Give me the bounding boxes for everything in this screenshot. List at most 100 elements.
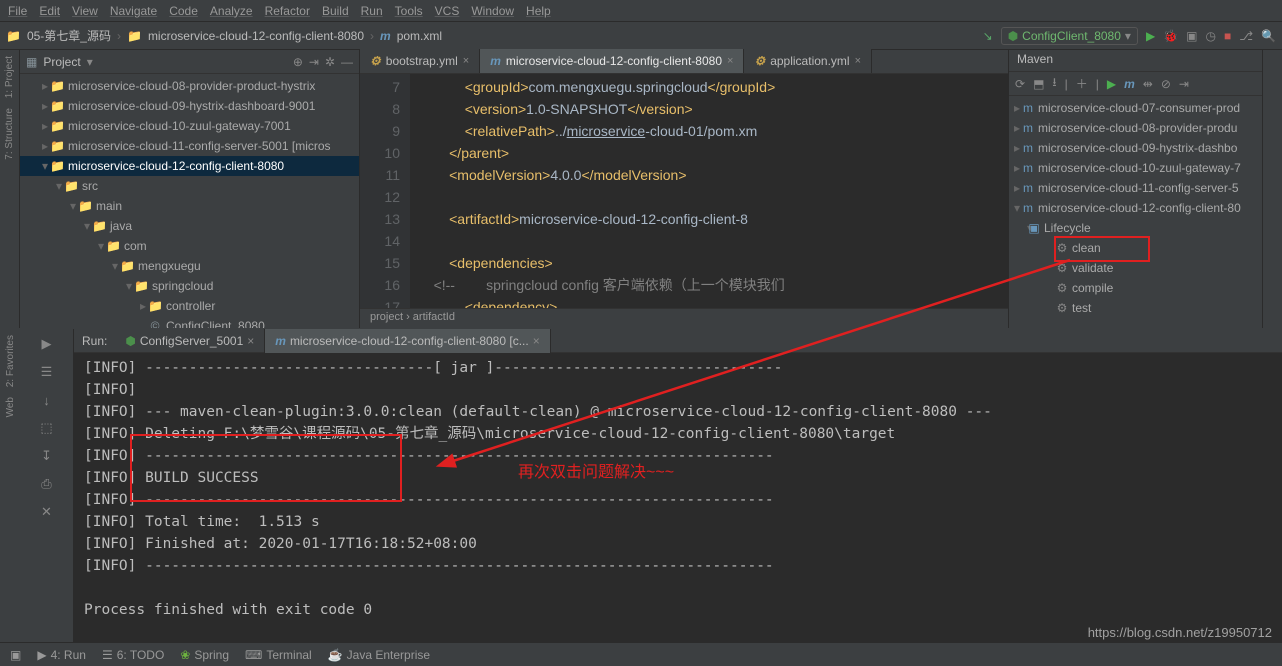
breadcrumb-root[interactable]: 05-第七章_源码	[27, 27, 111, 44]
menu-view[interactable]: View	[72, 4, 98, 18]
status-run[interactable]: ▶4: Run	[37, 648, 86, 662]
breadcrumb-file[interactable]: pom.xml	[397, 29, 442, 43]
editor-breadcrumbs[interactable]: project › artifactId	[360, 308, 1008, 328]
maven-module[interactable]: ▸mmicroservice-cloud-11-config-server-5	[1009, 178, 1262, 198]
maven-module[interactable]: ▸mmicroservice-cloud-07-consumer-prod	[1009, 98, 1262, 118]
run-settings-icon[interactable]: ☰	[36, 361, 58, 383]
rerun-icon[interactable]: ▶	[36, 333, 58, 355]
tree-node[interactable]: ▾📁microservice-cloud-12-config-client-80…	[20, 156, 359, 176]
console-output[interactable]: [INFO] ---------------------------------…	[74, 353, 1282, 644]
editor-code[interactable]: <groupId>com.mengxuegu.springcloud</grou…	[410, 74, 1008, 308]
maven-module[interactable]: ▾mmicroservice-cloud-12-config-client-80	[1009, 198, 1262, 218]
maven-m-icon[interactable]: m	[1124, 77, 1135, 91]
run-button-icon[interactable]: ▶	[1146, 29, 1155, 43]
menu-run[interactable]: Run	[361, 4, 383, 18]
maven-goal-compile[interactable]: ⚙compile	[1009, 278, 1262, 298]
breadcrumb-module[interactable]: microservice-cloud-12-config-client-8080	[148, 29, 364, 43]
tree-node[interactable]: ▸📁microservice-cloud-10-zuul-gateway-700…	[20, 116, 359, 136]
close-icon[interactable]: ×	[727, 55, 733, 67]
run-config-selector[interactable]: ⬢ ConfigClient_8080 ▾	[1001, 27, 1138, 45]
toggle-softwrap-icon[interactable]: ⬚	[36, 417, 58, 439]
run-maven-icon[interactable]: ▶	[1107, 77, 1116, 91]
project-tree[interactable]: ▸📁microservice-cloud-08-provider-product…	[20, 74, 359, 328]
clear-icon[interactable]: ✕	[36, 501, 58, 523]
git-icon[interactable]: ⎇	[1239, 29, 1253, 43]
build-icon[interactable]: ↘	[983, 29, 993, 43]
debug-button-icon[interactable]: 🐞	[1163, 29, 1178, 43]
refresh-icon[interactable]: ⟳	[1015, 77, 1025, 91]
status-todo[interactable]: ☰6: TODO	[102, 648, 164, 662]
status-java-enterprise[interactable]: ☕Java Enterprise	[328, 648, 430, 662]
menu-code[interactable]: Code	[169, 4, 198, 18]
menu-file[interactable]: File	[8, 4, 27, 18]
menu-edit[interactable]: Edit	[39, 4, 60, 18]
close-icon[interactable]: ×	[463, 55, 469, 67]
generate-icon[interactable]: ⬒	[1033, 77, 1044, 91]
maven-module[interactable]: ▸mmicroservice-cloud-09-hystrix-dashbo	[1009, 138, 1262, 158]
tree-node[interactable]: ▾📁src	[20, 176, 359, 196]
toggle-offline-icon[interactable]: ⇹	[1143, 77, 1153, 91]
editor-tab[interactable]: ⚙bootstrap.yml×	[360, 49, 480, 73]
maven-goal-test[interactable]: ⚙test	[1009, 298, 1262, 318]
settings-icon[interactable]: ✲	[325, 55, 335, 69]
maven-goal-validate[interactable]: ⚙validate	[1009, 258, 1262, 278]
run-tab-configserver[interactable]: ⬢ ConfigServer_5001 ×	[115, 329, 265, 353]
maven-goal-clean[interactable]: ⚙clean	[1009, 238, 1262, 258]
collapse-all-icon[interactable]: ⇥	[309, 55, 319, 69]
tree-node[interactable]: ▾📁mengxuegu	[20, 256, 359, 276]
close-icon[interactable]: ×	[855, 55, 861, 67]
watermark: https://blog.csdn.net/z19950712	[1088, 625, 1272, 640]
select-opened-file-icon[interactable]: ⊕	[293, 55, 303, 69]
add-icon[interactable]: ＋	[1076, 75, 1088, 92]
menu-refactor[interactable]: Refactor	[265, 4, 310, 18]
menu-tools[interactable]: Tools	[395, 4, 423, 18]
print-icon[interactable]: ⎙	[36, 473, 58, 495]
menu-build[interactable]: Build	[322, 4, 349, 18]
status-spring[interactable]: ❀Spring	[180, 648, 229, 662]
maven-module[interactable]: ▸mmicroservice-cloud-10-zuul-gateway-7	[1009, 158, 1262, 178]
annotation-text: 再次双击问题解决~~~	[518, 458, 674, 482]
close-icon[interactable]: ×	[533, 334, 540, 348]
tree-node[interactable]: ▸📁microservice-cloud-11-config-server-50…	[20, 136, 359, 156]
close-icon[interactable]: ×	[247, 334, 254, 348]
side-tab-favorites[interactable]: 2: Favorites	[5, 335, 16, 387]
statusbar-expand-icon[interactable]: ▣	[10, 648, 21, 662]
menu-vcs[interactable]: VCS	[435, 4, 460, 18]
maven-collapse-icon[interactable]: ⇥	[1179, 77, 1189, 91]
editor-area: ⚙bootstrap.yml×mmicroservice-cloud-12-co…	[360, 50, 1008, 328]
tree-node[interactable]: ▾📁java	[20, 216, 359, 236]
menu-navigate[interactable]: Navigate	[110, 4, 157, 18]
profile-icon[interactable]: ◷	[1205, 29, 1215, 43]
skip-tests-icon[interactable]: ⊘	[1161, 77, 1171, 91]
download-icon[interactable]: ⭳	[1052, 73, 1056, 94]
tree-node[interactable]: ▾📁main	[20, 196, 359, 216]
side-tab-web[interactable]: Web	[5, 397, 16, 417]
menu-analyze[interactable]: Analyze	[210, 4, 253, 18]
editor-tabs: ⚙bootstrap.yml×mmicroservice-cloud-12-co…	[360, 50, 1008, 74]
tree-node[interactable]: ▸📁microservice-cloud-09-hystrix-dashboar…	[20, 96, 359, 116]
search-icon[interactable]: 🔍	[1261, 29, 1276, 43]
hide-icon[interactable]: —	[341, 55, 353, 69]
menu-window[interactable]: Window	[471, 4, 514, 18]
run-tab-label: ConfigServer_5001	[140, 334, 243, 348]
editor-tab[interactable]: ⚙application.yml×	[744, 49, 872, 73]
stop-button-icon[interactable]: ■	[1224, 29, 1231, 43]
tree-node[interactable]: ▾📁springcloud	[20, 276, 359, 296]
tree-node[interactable]: ▸📁controller	[20, 296, 359, 316]
left-sidebar: 1: Project 7: Structure	[0, 50, 20, 328]
side-tab-project[interactable]: 1: Project	[4, 56, 15, 98]
scroll-to-end-icon[interactable]: ↧	[36, 445, 58, 467]
editor-tab[interactable]: mmicroservice-cloud-12-config-client-808…	[480, 49, 744, 73]
side-tab-structure[interactable]: 7: Structure	[4, 108, 15, 160]
status-terminal[interactable]: ⌨Terminal	[245, 648, 312, 662]
run-tab-configclient[interactable]: m microservice-cloud-12-config-client-80…	[265, 329, 550, 353]
tree-node[interactable]: ▾📁com	[20, 236, 359, 256]
tree-node[interactable]: ©ConfigClient_8080	[20, 316, 359, 328]
maven-lifecycle[interactable]: ▾▣Lifecycle	[1009, 218, 1262, 238]
coverage-icon[interactable]: ▣	[1186, 29, 1197, 43]
tree-node[interactable]: ▸📁microservice-cloud-08-provider-product…	[20, 76, 359, 96]
menu-help[interactable]: Help	[526, 4, 551, 18]
maven-module[interactable]: ▸mmicroservice-cloud-08-provider-produ	[1009, 118, 1262, 138]
maven-tree[interactable]: ▸mmicroservice-cloud-07-consumer-prod▸mm…	[1009, 96, 1262, 328]
run-pin-icon[interactable]: ↓	[36, 389, 58, 411]
